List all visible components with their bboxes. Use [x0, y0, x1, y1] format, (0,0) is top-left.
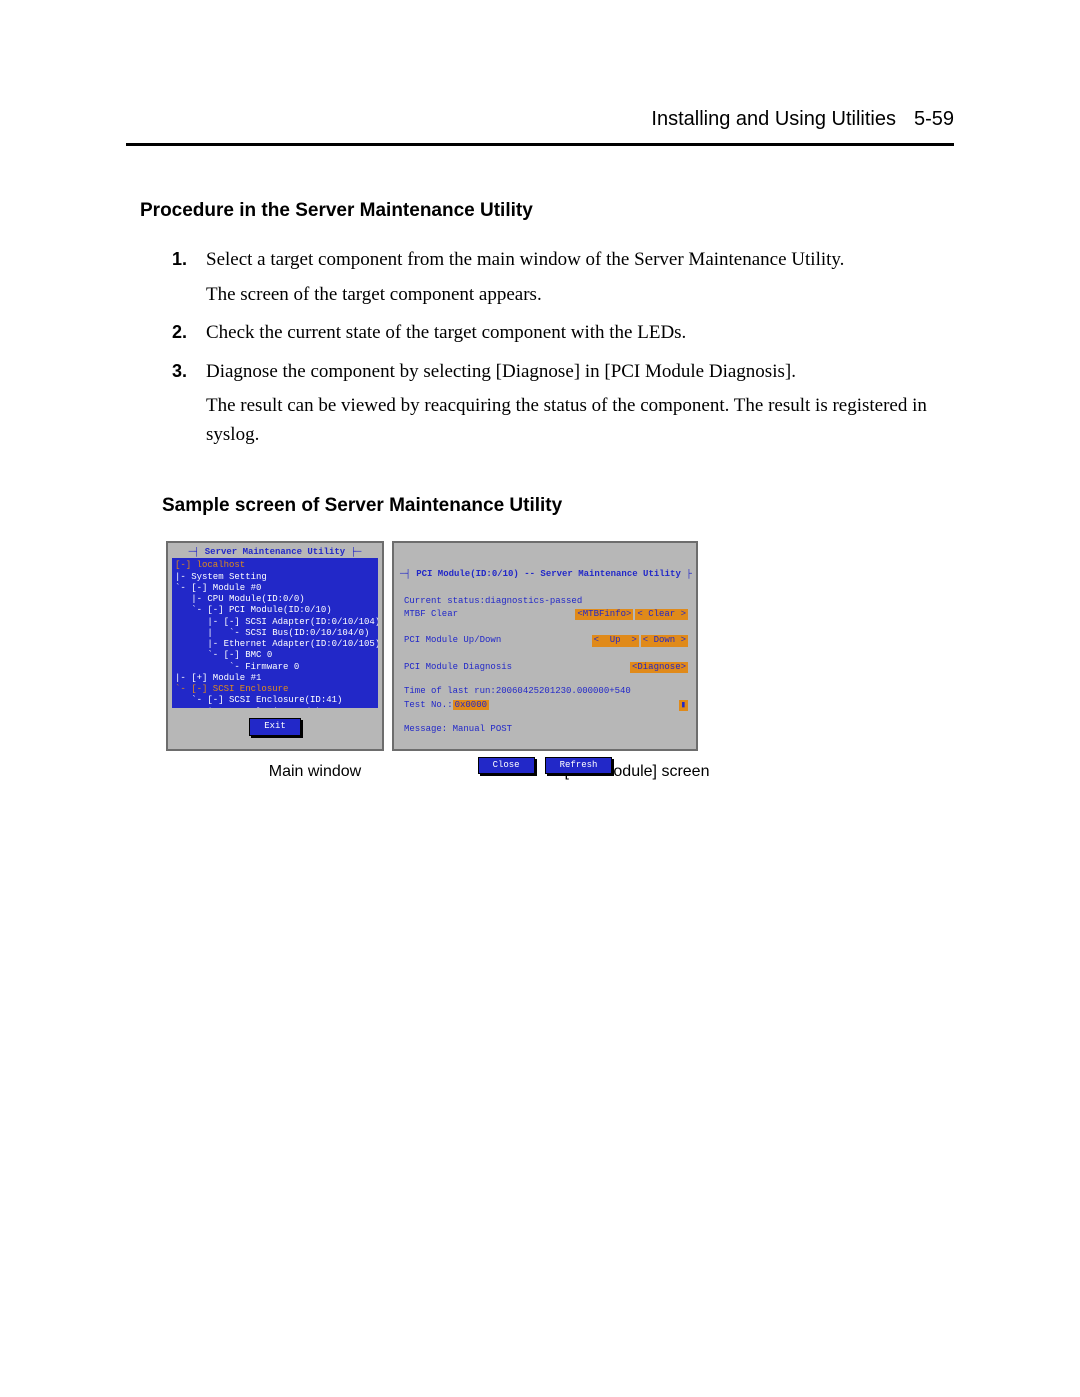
section-heading-procedure: Procedure in the Server Maintenance Util…	[140, 200, 954, 222]
screenshot-main-window: ─┤ Server Maintenance Utility ├─ [-] loc…	[166, 541, 384, 751]
step-text: Diagnose the component by selecting [Dia…	[206, 361, 796, 382]
tree-item: |- [-] SCSI Adapter(ID:0/10/104)	[175, 617, 378, 627]
exit-button[interactable]: Exit	[249, 718, 301, 735]
tree-root: [-] localhost	[175, 560, 245, 570]
refresh-button[interactable]: Refresh	[545, 757, 613, 774]
caption-main: Main window	[166, 763, 424, 781]
message-line: Message: Manual POST	[404, 724, 512, 734]
tree-item: `- [-] BMC 0	[175, 650, 272, 660]
close-button[interactable]: Close	[478, 757, 535, 774]
tree-item: `- [-] Module #0	[175, 583, 261, 593]
tree-item: | `- SCSI Bus(ID:0/10/104/0)	[175, 628, 369, 638]
main-tree: [-] localhost |- System Setting `- [-] M…	[172, 558, 378, 708]
tree-item: |- SCSI Slot(ID:41/0)	[175, 707, 321, 709]
step-3: 3. Diagnose the component by selecting […	[206, 358, 954, 450]
step-2: 2. Check the current state of the target…	[206, 319, 954, 348]
step-number: 3.	[172, 358, 187, 385]
pci-body: Current status:diagnostics-passed MTBF C…	[398, 580, 692, 746]
mtbf-label: MTBF Clear	[404, 609, 458, 620]
header-title: Installing and Using Utilities	[651, 108, 896, 131]
tree-item: |- [+] Module #1	[175, 673, 261, 683]
updown-label: PCI Module Up/Down	[404, 635, 501, 646]
tree-item: |- Ethernet Adapter(ID:0/10/105)	[175, 639, 378, 649]
tree-item: |- System Setting	[175, 572, 267, 582]
main-titlebar: ─┤ Server Maintenance Utility ├─	[172, 547, 378, 558]
step-subtext: The screen of the target component appea…	[206, 281, 954, 310]
section-heading-sample: Sample screen of Server Maintenance Util…	[162, 495, 954, 517]
testno-value: 0x0000	[453, 700, 489, 710]
up-button[interactable]: < Up >	[592, 635, 639, 646]
lastrun-line: Time of last run:20060425201230.000000+5…	[404, 686, 631, 696]
tree-item: |- CPU Module(ID:0/0)	[175, 594, 305, 604]
step-text: Select a target component from the main …	[206, 249, 844, 270]
step-number: 1.	[172, 246, 187, 273]
down-button[interactable]: < Down >	[641, 635, 688, 646]
step-number: 2.	[172, 319, 187, 346]
pci-titlebar: ─┤ PCI Module(ID:0/10) -- Server Mainten…	[398, 569, 692, 580]
header-page: 5-59	[914, 108, 954, 131]
procedure-steps: 1. Select a target component from the ma…	[126, 246, 954, 449]
step-1: 1. Select a target component from the ma…	[206, 246, 954, 309]
page-header: Installing and Using Utilities 5-59	[126, 108, 954, 143]
step-text: Check the current state of the target co…	[206, 322, 686, 343]
clear-button[interactable]: < Clear >	[635, 609, 688, 620]
tree-item: `- [-] SCSI Enclosure(ID:41)	[175, 695, 342, 705]
step-subtext: The result can be viewed by reacquiring …	[206, 392, 954, 449]
mtbfinfo-button[interactable]: <MTBFinfo>	[575, 609, 633, 620]
tree-item: `- [-] PCI Module(ID:0/10)	[175, 605, 332, 615]
pci-status: Current status:diagnostics-passed	[404, 596, 582, 606]
diagnose-button[interactable]: <Diagnose>	[630, 662, 688, 673]
tree-item: `- [-] SCSI Enclosure	[175, 684, 288, 694]
testno-label: Test No.:	[404, 700, 453, 710]
header-rule	[126, 143, 954, 146]
diagnosis-label: PCI Module Diagnosis	[404, 662, 512, 673]
screenshot-pci-module: ─┤ PCI Module(ID:0/10) -- Server Mainten…	[392, 541, 698, 751]
tree-item: `- Firmware 0	[175, 662, 299, 672]
scroll-icon: ▮	[679, 700, 688, 711]
